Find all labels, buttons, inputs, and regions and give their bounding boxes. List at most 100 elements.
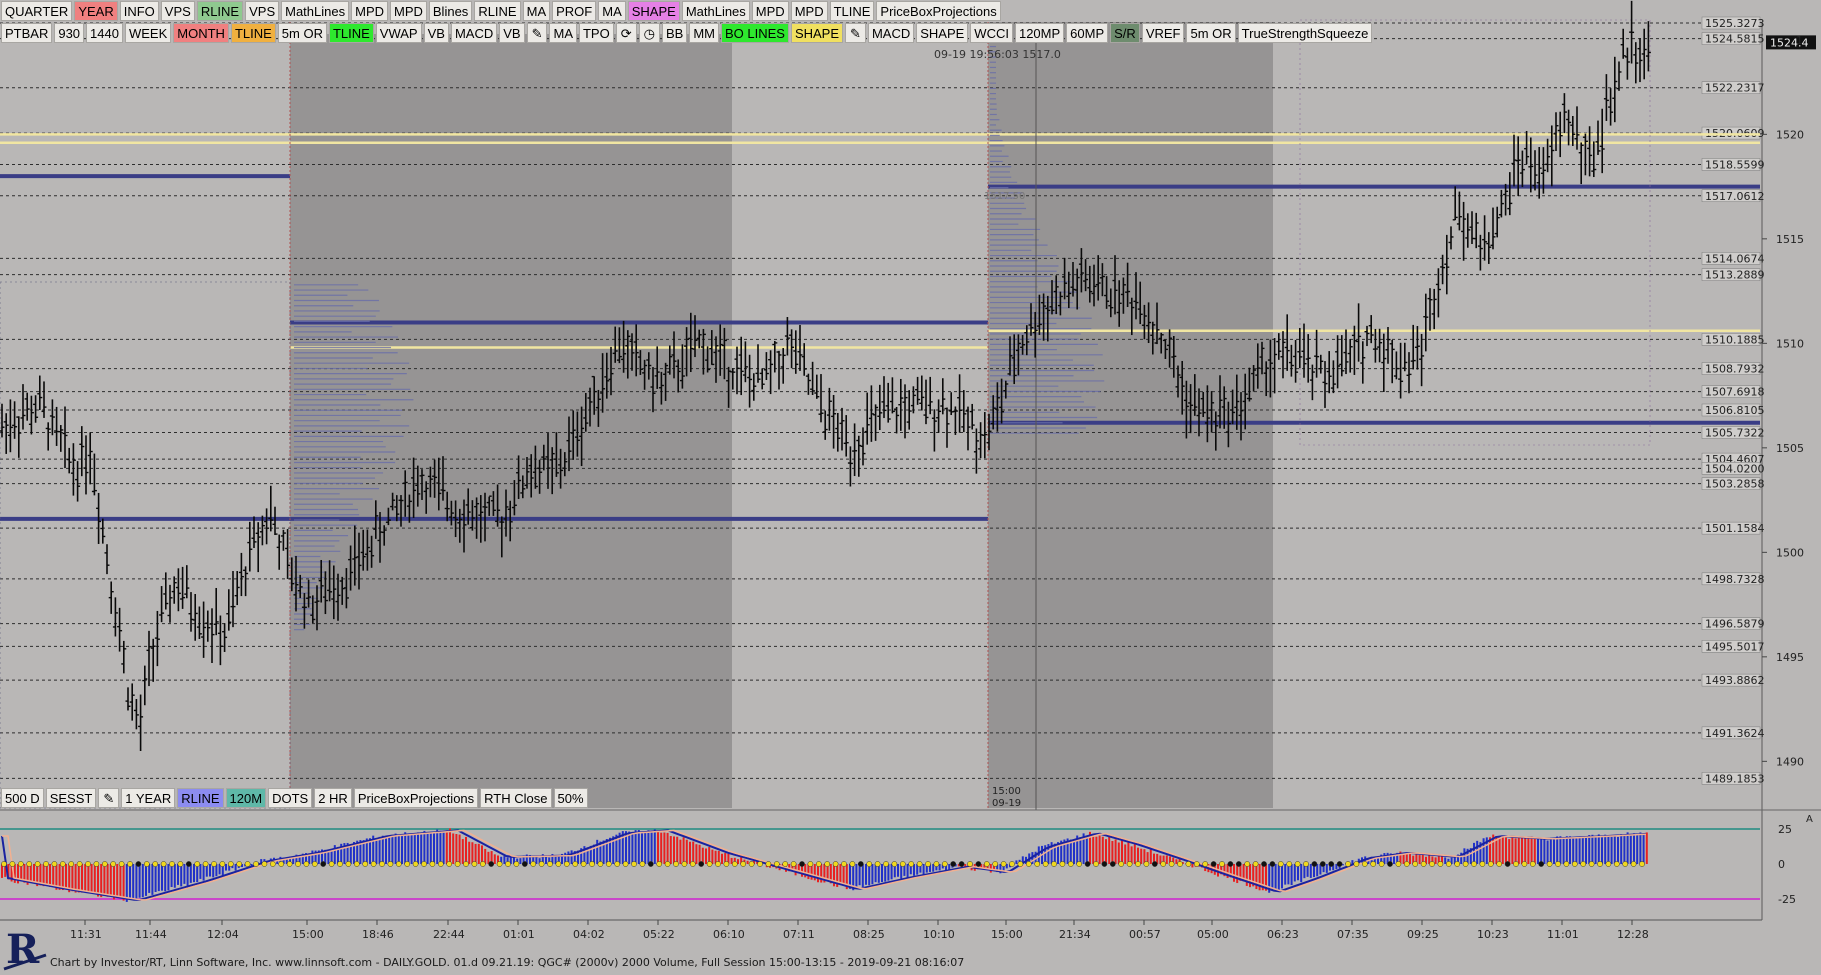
squeeze-dot (1471, 861, 1477, 867)
toolbar-button-priceboxprojections[interactable]: PriceBoxProjections (353, 788, 479, 808)
toolbar-button-quarter[interactable]: QUARTER (1, 1, 73, 21)
squeeze-dot (1420, 861, 1427, 867)
toolbar-button-month[interactable]: MONTH (173, 23, 229, 43)
toolbar-button-shape[interactable]: SHAPE (627, 1, 680, 21)
toolbar-button-mpd[interactable]: MPD (351, 1, 388, 21)
toolbar-button-bo-lines[interactable]: BO LINES (720, 23, 789, 43)
squeeze-dot (1101, 861, 1108, 867)
squeeze-dot (1135, 861, 1141, 867)
toolbar-button-rline[interactable]: RLINE (196, 1, 244, 21)
squeeze-dot (253, 861, 259, 867)
toolbar-button-priceboxprojections[interactable]: PriceBoxProjections (876, 1, 1001, 21)
toolbar-button-500-d[interactable]: 500 D (1, 788, 44, 808)
toolbar-button-mathlines[interactable]: MathLines (681, 1, 750, 21)
squeeze-dot (1345, 861, 1351, 867)
price-tick-label: 1510 (1776, 337, 1804, 350)
toolbar-button-mathlines[interactable]: MathLines (281, 1, 350, 21)
squeeze-dot (1387, 861, 1393, 867)
toolbar-button-5m-or[interactable]: 5m OR (1186, 23, 1236, 43)
toolbar-button-tline[interactable]: TLINE (829, 1, 875, 21)
toolbar-button-week[interactable]: WEEK (124, 23, 172, 43)
price-chart[interactable]: 1525.32731524.58151522.23171520.06091518… (0, 0, 1821, 971)
squeeze-dot (883, 861, 889, 867)
pencil-icon[interactable]: ✎ (98, 788, 120, 808)
time-axis-label: 01:01 (503, 928, 535, 941)
squeeze-dot (1076, 861, 1083, 867)
toolbar-button-shape[interactable]: SHAPE (916, 23, 969, 43)
toolbar-button-vb[interactable]: VB (423, 23, 449, 43)
price-level-label: 1498.7328 (1705, 573, 1765, 586)
squeeze-dot (639, 861, 646, 867)
squeeze-dot (790, 861, 797, 867)
toolbar-button-wcci[interactable]: WCCI (970, 23, 1013, 43)
pencil-icon[interactable]: ✎ (845, 23, 866, 43)
toolbar-button-930[interactable]: 930 (54, 23, 85, 43)
toolbar-button-vwap[interactable]: VWAP (375, 23, 422, 43)
toolbar-button-prof[interactable]: PROF (552, 1, 597, 21)
squeeze-dot (379, 861, 385, 867)
squeeze-dot (748, 861, 755, 867)
clock-icon[interactable]: ◷ (638, 23, 660, 43)
squeeze-dot (9, 861, 16, 867)
squeeze-dot (1462, 861, 1469, 867)
squeeze-dot (1597, 861, 1603, 867)
toolbar-button-bb[interactable]: BB (661, 23, 688, 43)
squeeze-dot (1118, 861, 1125, 867)
toolbar-button-mpd[interactable]: MPD (751, 1, 789, 21)
toolbar-button-1-year[interactable]: 1 YEAR (121, 788, 176, 808)
squeeze-dot (505, 861, 511, 867)
toolbar-button-s-r[interactable]: S/R (1110, 23, 1140, 43)
time-axis-label: 05:00 (1197, 928, 1229, 941)
toolbar-button-ptbar[interactable]: PTBAR (1, 23, 53, 43)
toolbar-button-vb[interactable]: VB (499, 23, 525, 43)
toolbar-button-tline[interactable]: TLINE (230, 23, 276, 43)
toolbar-button-ma[interactable]: MA (522, 1, 551, 21)
toolbar-button-tline[interactable]: TLINE (328, 23, 374, 43)
squeeze-dot (1395, 861, 1402, 867)
pencil-icon[interactable]: ✎ (526, 23, 548, 43)
toolbar-button-60mp[interactable]: 60MP (1066, 23, 1109, 43)
squeeze-dot (295, 861, 301, 867)
price-level-label: 1507.6918 (1705, 386, 1765, 399)
toolbar-button-rline[interactable]: RLINE (177, 788, 224, 808)
squeeze-dot (1017, 861, 1024, 867)
toolbar-button-120m[interactable]: 120M (225, 788, 267, 808)
toolbar-button-year[interactable]: YEAR (74, 1, 118, 21)
squeeze-dot (429, 861, 436, 867)
toolbar-button-vref[interactable]: VREF (1141, 23, 1185, 43)
toolbar-button-mpd[interactable]: MPD (390, 1, 427, 21)
toolbar-button-rth-close[interactable]: RTH Close (480, 788, 552, 808)
toolbar-button-dots[interactable]: DOTS (268, 788, 313, 808)
toolbar-button-mm[interactable]: MM (689, 23, 719, 43)
toolbar-button-2-hr[interactable]: 2 HR (314, 788, 352, 808)
squeeze-dot (1378, 861, 1385, 867)
toolbar-button-tpo[interactable]: TPO (578, 23, 614, 43)
squeeze-dot (1496, 861, 1503, 867)
toolbar-button-ma[interactable]: MA (598, 1, 626, 21)
toolbar-button-50-[interactable]: 50% (553, 788, 588, 808)
toolbar-button-120mp[interactable]: 120MP (1014, 23, 1065, 43)
toolbar-button-shape[interactable]: SHAPE (790, 23, 844, 43)
toolbar-button-blines[interactable]: Blines (428, 1, 473, 21)
toolbar-button-vps[interactable]: VPS (160, 1, 195, 21)
squeeze-dot (1160, 861, 1167, 867)
toolbar-button-info[interactable]: INFO (119, 1, 159, 21)
toolbar-button-1440[interactable]: 1440 (86, 23, 123, 43)
squeeze-dot (34, 861, 41, 867)
toolbar-button-macd[interactable]: MACD (867, 23, 915, 43)
toolbar-button-macd[interactable]: MACD (450, 23, 498, 43)
toolbar-button-truestrengthsqueeze[interactable]: TrueStrengthSqueeze (1237, 23, 1373, 43)
toolbar-button-5m-or[interactable]: 5m OR (277, 23, 327, 43)
toolbar-button-ma[interactable]: MA (549, 23, 577, 43)
squeeze-dot (1454, 861, 1461, 867)
squeeze-dot (1210, 861, 1217, 867)
toolbar-button-mpd[interactable]: MPD (790, 1, 828, 21)
toolbar-button-vps[interactable]: VPS (245, 1, 280, 21)
chart-area[interactable]: 1525.32731524.58151522.23171520.06091518… (0, 0, 1821, 971)
toolbar-button-rline[interactable]: RLINE (474, 1, 521, 21)
squeeze-dot (916, 861, 923, 867)
squeeze-dot (1277, 861, 1284, 867)
squeeze-dot (93, 861, 100, 867)
toolbar-button-sesst[interactable]: SESST (45, 788, 97, 808)
refresh-icon[interactable]: ⟳ (615, 23, 637, 43)
